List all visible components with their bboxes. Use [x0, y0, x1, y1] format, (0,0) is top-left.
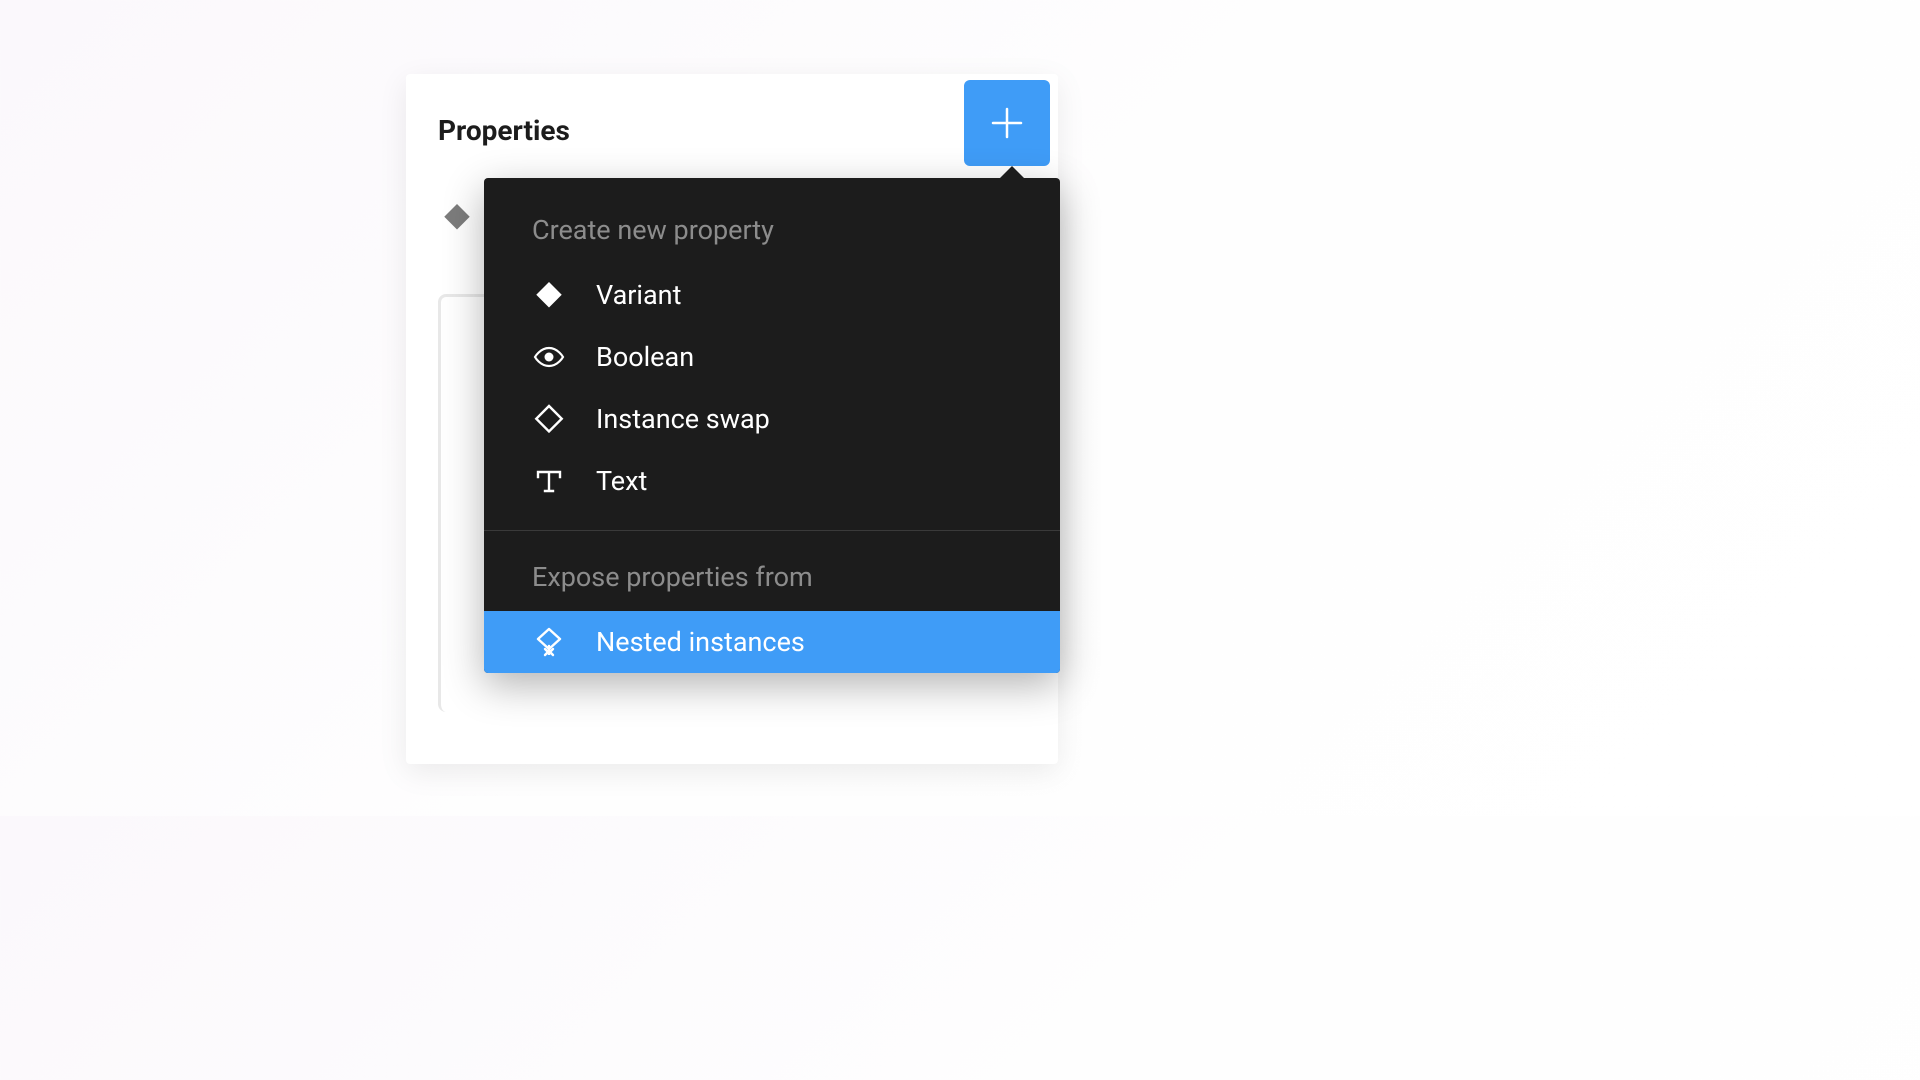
menu-item-text[interactable]: Text: [484, 450, 1060, 512]
menu-item-instance-swap[interactable]: Instance swap: [484, 388, 1060, 450]
menu-item-label: Variant: [596, 279, 681, 311]
menu-item-variant[interactable]: Variant: [484, 264, 1060, 326]
variant-diamond-icon: [532, 278, 566, 312]
menu-item-label: Instance swap: [596, 403, 770, 435]
panel-header: Properties: [406, 74, 1058, 186]
menu-item-label: Nested instances: [596, 626, 805, 658]
menu-item-label: Boolean: [596, 341, 694, 373]
menu-item-boolean[interactable]: Boolean: [484, 326, 1060, 388]
dropdown-section-expose: Expose properties from: [484, 549, 1060, 611]
add-property-button[interactable]: [964, 80, 1050, 166]
add-property-dropdown: Create new property Variant Boolean Inst…: [484, 178, 1060, 673]
diamond-outline-icon: [532, 402, 566, 436]
variant-marker-icon: [442, 202, 472, 232]
menu-item-label: Text: [596, 465, 647, 497]
nested-instance-icon: [532, 625, 566, 659]
dropdown-section-create: Create new property: [484, 202, 1060, 264]
panel-title: Properties: [438, 114, 570, 147]
menu-item-nested-instances[interactable]: Nested instances: [484, 611, 1060, 673]
text-icon: [532, 464, 566, 498]
dropdown-divider: [484, 530, 1060, 531]
eye-icon: [532, 340, 566, 374]
plus-icon: [987, 103, 1027, 143]
